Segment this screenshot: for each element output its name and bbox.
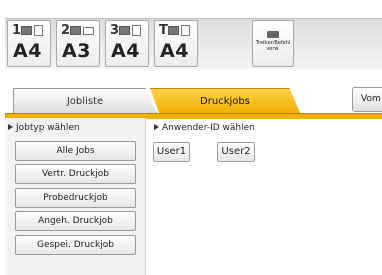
tray-icon [70,26,81,35]
driver-command-button[interactable]: Treiber/Befehl verw. [252,20,294,67]
tab-print-jobs[interactable]: Druckjobs [150,88,300,113]
triangle-right-icon [154,124,159,130]
paper-tray-1: 1 A4 [7,20,51,67]
paper-icon [34,25,43,36]
triangle-right-icon [8,124,13,130]
tray-icon [168,26,179,35]
paper-tray-2: 2 A3 [56,20,100,67]
tray-paper-size: A4 [13,40,42,62]
paper-tray-bypass: T A4 [154,20,198,67]
tray-paper-size: A4 [111,40,140,62]
job-type-sample-button[interactable]: Probedruckjob [15,188,136,208]
job-type-confidential-button[interactable]: Vertr. Druckjob [15,164,136,184]
job-type-all-jobs-button[interactable]: Alle Jobs [15,141,136,161]
driver-command-label: Treiber/Befehl verw. [255,40,291,52]
paper-icon [181,25,190,36]
tray-paper-size: A4 [160,40,189,62]
job-type-heading-text: Jobtyp wählen [16,123,80,133]
paper-icon [132,25,141,36]
paper-tray-3: 3 A4 [105,20,149,67]
tray-number: 1 [12,23,22,38]
user-id-heading: Anwender-ID wählen [154,123,255,133]
tray-icon [119,26,130,35]
job-type-heading: Jobtyp wählen [8,123,80,133]
job-type-stored-button[interactable]: Gespei. Druckjob [15,235,136,255]
user-button-user1[interactable]: User1 [153,142,190,162]
tray-number: T [159,23,168,38]
printer-driver-icon [267,31,279,38]
user-id-heading-text: Anwender-ID wählen [162,123,255,133]
tray-paper-size: A3 [62,40,91,62]
tray-icon [21,26,32,35]
tray-number: 3 [110,23,120,38]
side-button[interactable]: Vom [352,87,382,112]
paper-icon [83,27,94,35]
tab-job-list[interactable]: Jobliste [13,88,157,113]
job-type-held-button[interactable]: Angeh. Druckjob [15,211,136,231]
tray-number: 2 [61,23,71,38]
user-button-user2[interactable]: User2 [217,142,255,162]
